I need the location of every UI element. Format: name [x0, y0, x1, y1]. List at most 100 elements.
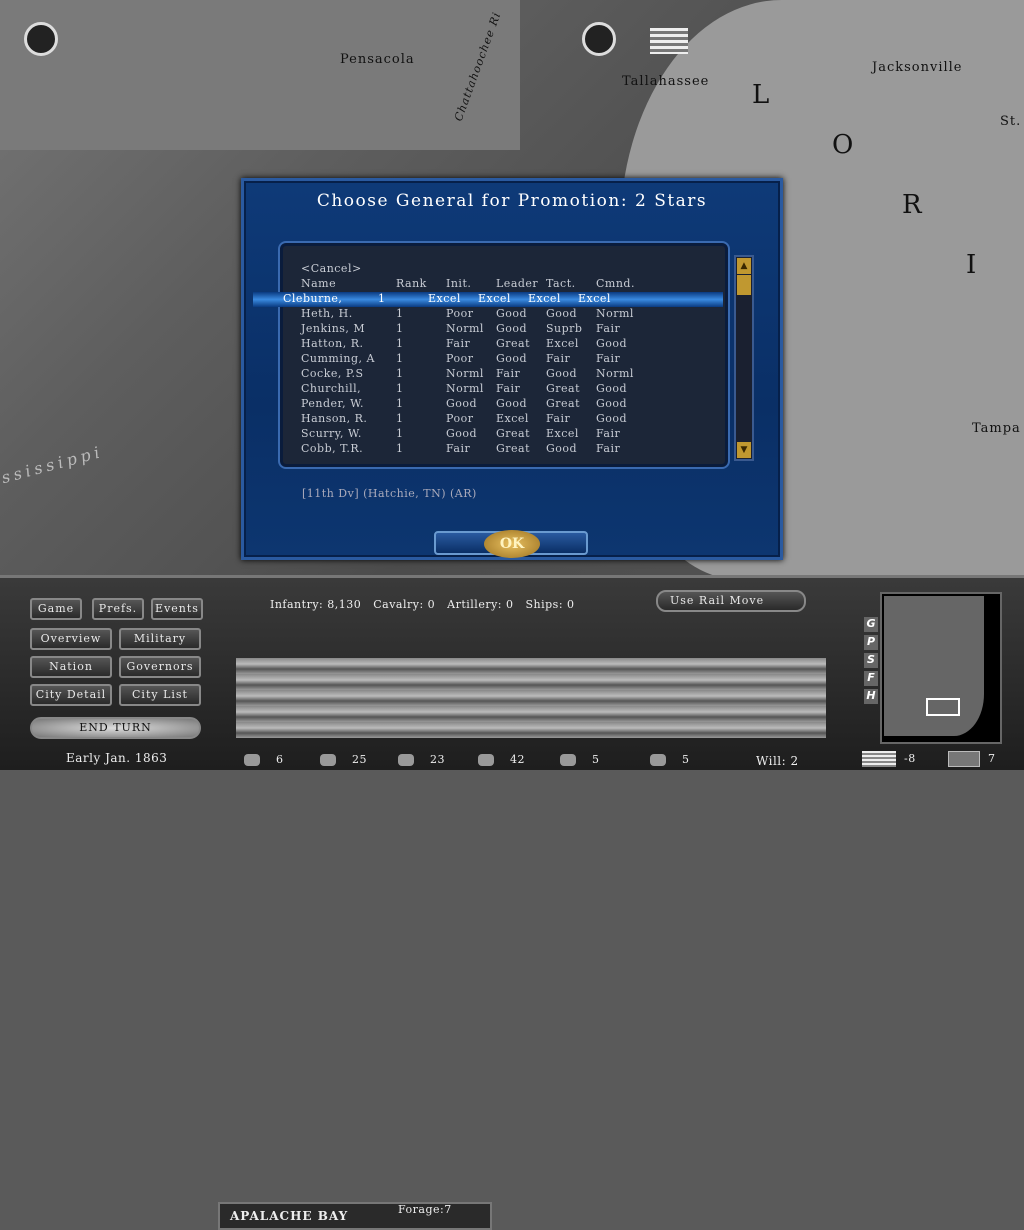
tab-s[interactable]: S [864, 653, 878, 668]
scroll-up-button[interactable]: ▲ [737, 258, 751, 274]
cell: Hanson, R. [301, 412, 368, 425]
cell: Norml [596, 307, 634, 320]
map-label[interactable]: St. [1000, 114, 1021, 129]
prefs-button[interactable]: Prefs. [92, 598, 144, 620]
cell: Norml [446, 367, 484, 380]
cell: Good [596, 337, 628, 350]
map-label[interactable]: Jacksonville [872, 60, 963, 75]
list-scrollbar[interactable]: ▲ ▼ [734, 255, 754, 461]
ok-label: OK [484, 530, 540, 558]
cell: Hatton, R. [301, 337, 364, 350]
coin-icon [244, 754, 260, 766]
cell: Excel [428, 292, 461, 305]
ok-button[interactable]: OK [434, 530, 588, 558]
col-tact: Tact. [546, 277, 576, 290]
cell: Poor [446, 412, 474, 425]
cell: Heth, H. [301, 307, 353, 320]
resource-value: 5 [592, 753, 600, 766]
cell: 1 [396, 412, 404, 425]
cell: Excel [496, 412, 529, 425]
promotion-dialog: Choose General for Promotion: 2 Stars <C… [241, 178, 783, 560]
scroll-thumb[interactable] [737, 275, 751, 295]
cell: 1 [396, 367, 404, 380]
location-bar: APALACHE BAY Forage:7 [218, 1202, 492, 1230]
col-leader: Leader [496, 277, 539, 290]
cell: 1 [378, 292, 386, 305]
cell: 1 [396, 352, 404, 365]
cell: Cocke, P.S [301, 367, 364, 380]
will-label: Will: 2 [756, 754, 799, 768]
cell: Norml [596, 367, 634, 380]
cell: Great [546, 382, 581, 395]
army-flag-icon[interactable] [650, 28, 688, 54]
cell: 1 [396, 397, 404, 410]
cell: Good [446, 397, 478, 410]
general-row[interactable]: Cleburne, 1 Excel Excel Excel Excel [253, 292, 723, 307]
date-label: Early Jan. 1863 [66, 751, 168, 765]
city-detail-button[interactable]: City Detail [30, 684, 112, 706]
cell: Good [496, 352, 528, 365]
cancel-option[interactable]: <Cancel> [301, 262, 362, 277]
horses-icon [478, 754, 494, 766]
events-button[interactable]: Events [151, 598, 203, 620]
cell: Good [546, 367, 578, 380]
general-list[interactable]: <Cancel> Name Rank Init. Leader Tact. Cm… [253, 243, 728, 467]
cell: Great [496, 442, 531, 455]
rail-move-toggle[interactable]: Use Rail Move [656, 590, 806, 612]
cell: Cumming, A [301, 352, 375, 365]
land-gulf-coast [0, 0, 520, 150]
end-turn-button[interactable]: END TURN [30, 717, 201, 739]
cell: 1 [396, 427, 404, 440]
cell: Fair [496, 367, 521, 380]
forage-label: Forage:7 [398, 1203, 452, 1216]
minimap-viewport[interactable] [926, 698, 960, 716]
cell: Fair [596, 442, 621, 455]
cell: Pender, W. [301, 397, 364, 410]
cell: Excel [546, 337, 579, 350]
tab-h[interactable]: H [864, 689, 878, 704]
governors-button[interactable]: Governors [119, 656, 201, 678]
cell: 1 [396, 322, 404, 335]
cell: Good [596, 412, 628, 425]
map-label[interactable]: Tampa [972, 421, 1021, 436]
csa-flag-icon [948, 751, 980, 767]
cell: Cleburne, [283, 292, 343, 305]
army-stats: Infantry: 8,130 Cavalry: 0 Artillery: 0 … [270, 598, 575, 611]
star-fort-icon[interactable] [582, 22, 616, 56]
tab-g[interactable]: G [864, 617, 878, 632]
tab-p[interactable]: P [864, 635, 878, 650]
cell: Excel [578, 292, 611, 305]
cell: Scurry, W. [301, 427, 362, 440]
state-letter: I [966, 250, 977, 280]
minimap[interactable] [880, 592, 1002, 744]
cell: Good [496, 397, 528, 410]
cell: Great [546, 397, 581, 410]
military-button[interactable]: Military [119, 628, 201, 650]
ammo-icon [398, 754, 414, 766]
tab-f[interactable]: F [864, 671, 878, 686]
map-label[interactable]: Pensacola [340, 52, 415, 67]
resource-value: 23 [430, 753, 445, 766]
cell: Good [596, 382, 628, 395]
state-letter: R [902, 190, 922, 220]
state-letter: L [752, 80, 770, 110]
csa-value: 7 [988, 752, 996, 765]
cell: Great [496, 427, 531, 440]
cell: Fair [596, 427, 621, 440]
city-list-button[interactable]: City List [119, 684, 201, 706]
col-init: Init. [446, 277, 472, 290]
game-button[interactable]: Game [30, 598, 82, 620]
location-name: APALACHE BAY [230, 1209, 349, 1223]
resource-value: 5 [682, 753, 690, 766]
nation-button[interactable]: Nation [30, 656, 112, 678]
cell: Churchill, [301, 382, 362, 395]
map-label[interactable]: Tallahassee [622, 74, 709, 89]
tools-icon [320, 754, 336, 766]
scroll-down-button[interactable]: ▼ [737, 442, 751, 458]
cell: Great [496, 337, 531, 350]
cell: Norml [446, 322, 484, 335]
fort-icon[interactable] [24, 22, 58, 56]
cell: Fair [496, 382, 521, 395]
overview-button[interactable]: Overview [30, 628, 112, 650]
resource-value: 42 [510, 753, 525, 766]
